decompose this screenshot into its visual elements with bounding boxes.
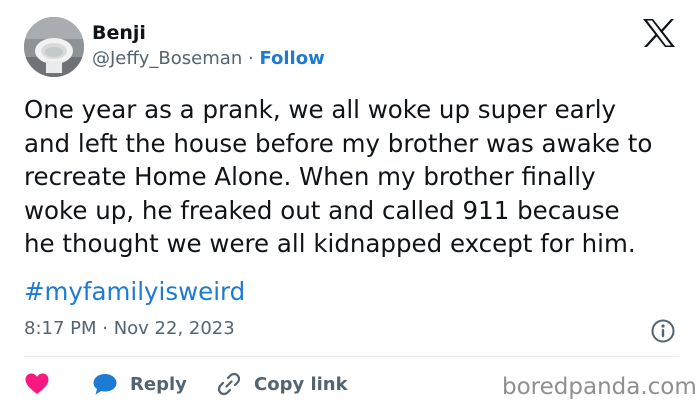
follow-button[interactable]: Follow (259, 48, 324, 69)
tweet-text: One year as a prank, we all woke up supe… (24, 93, 684, 261)
avatar[interactable] (24, 17, 84, 77)
tweet-timestamp[interactable]: 8:17 PM · Nov 22, 2023 (24, 318, 235, 339)
info-icon[interactable] (650, 318, 676, 344)
tweet-text-line: woke up, he freaked out and called 911 b… (24, 195, 620, 225)
reply-label: Reply (130, 373, 187, 395)
x-logo-icon[interactable] (642, 18, 676, 48)
tweet-text-line: recreate Home Alone. When my brother fin… (24, 162, 596, 191)
copy-link-button[interactable]: Copy link (216, 370, 348, 398)
link-icon (217, 372, 241, 396)
reply-button[interactable]: Reply (92, 370, 187, 398)
copy-link-label: Copy link (254, 373, 348, 395)
speech-bubble-icon (93, 374, 117, 395)
toilet-photo-avatar (24, 17, 84, 77)
heart-icon (25, 373, 49, 394)
hashtag-link[interactable]: #myfamilyisweird (24, 277, 245, 306)
tweet-text-line: One year as a prank, we all woke up supe… (24, 95, 617, 124)
author-handle[interactable]: @Jeffy_Boseman (92, 48, 242, 69)
like-button[interactable] (24, 370, 50, 398)
watermark: boredpanda.com (502, 374, 697, 400)
divider (24, 356, 679, 357)
tweet-text-line: and left the house before my brother was… (24, 128, 653, 158)
author-name[interactable]: Benji (92, 22, 146, 44)
handle-separator: · (247, 48, 254, 69)
author-handle-row: @Jeffy_Boseman · Follow (92, 48, 325, 69)
tweet-text-line: he thought we were all kidnapped except … (24, 229, 636, 258)
